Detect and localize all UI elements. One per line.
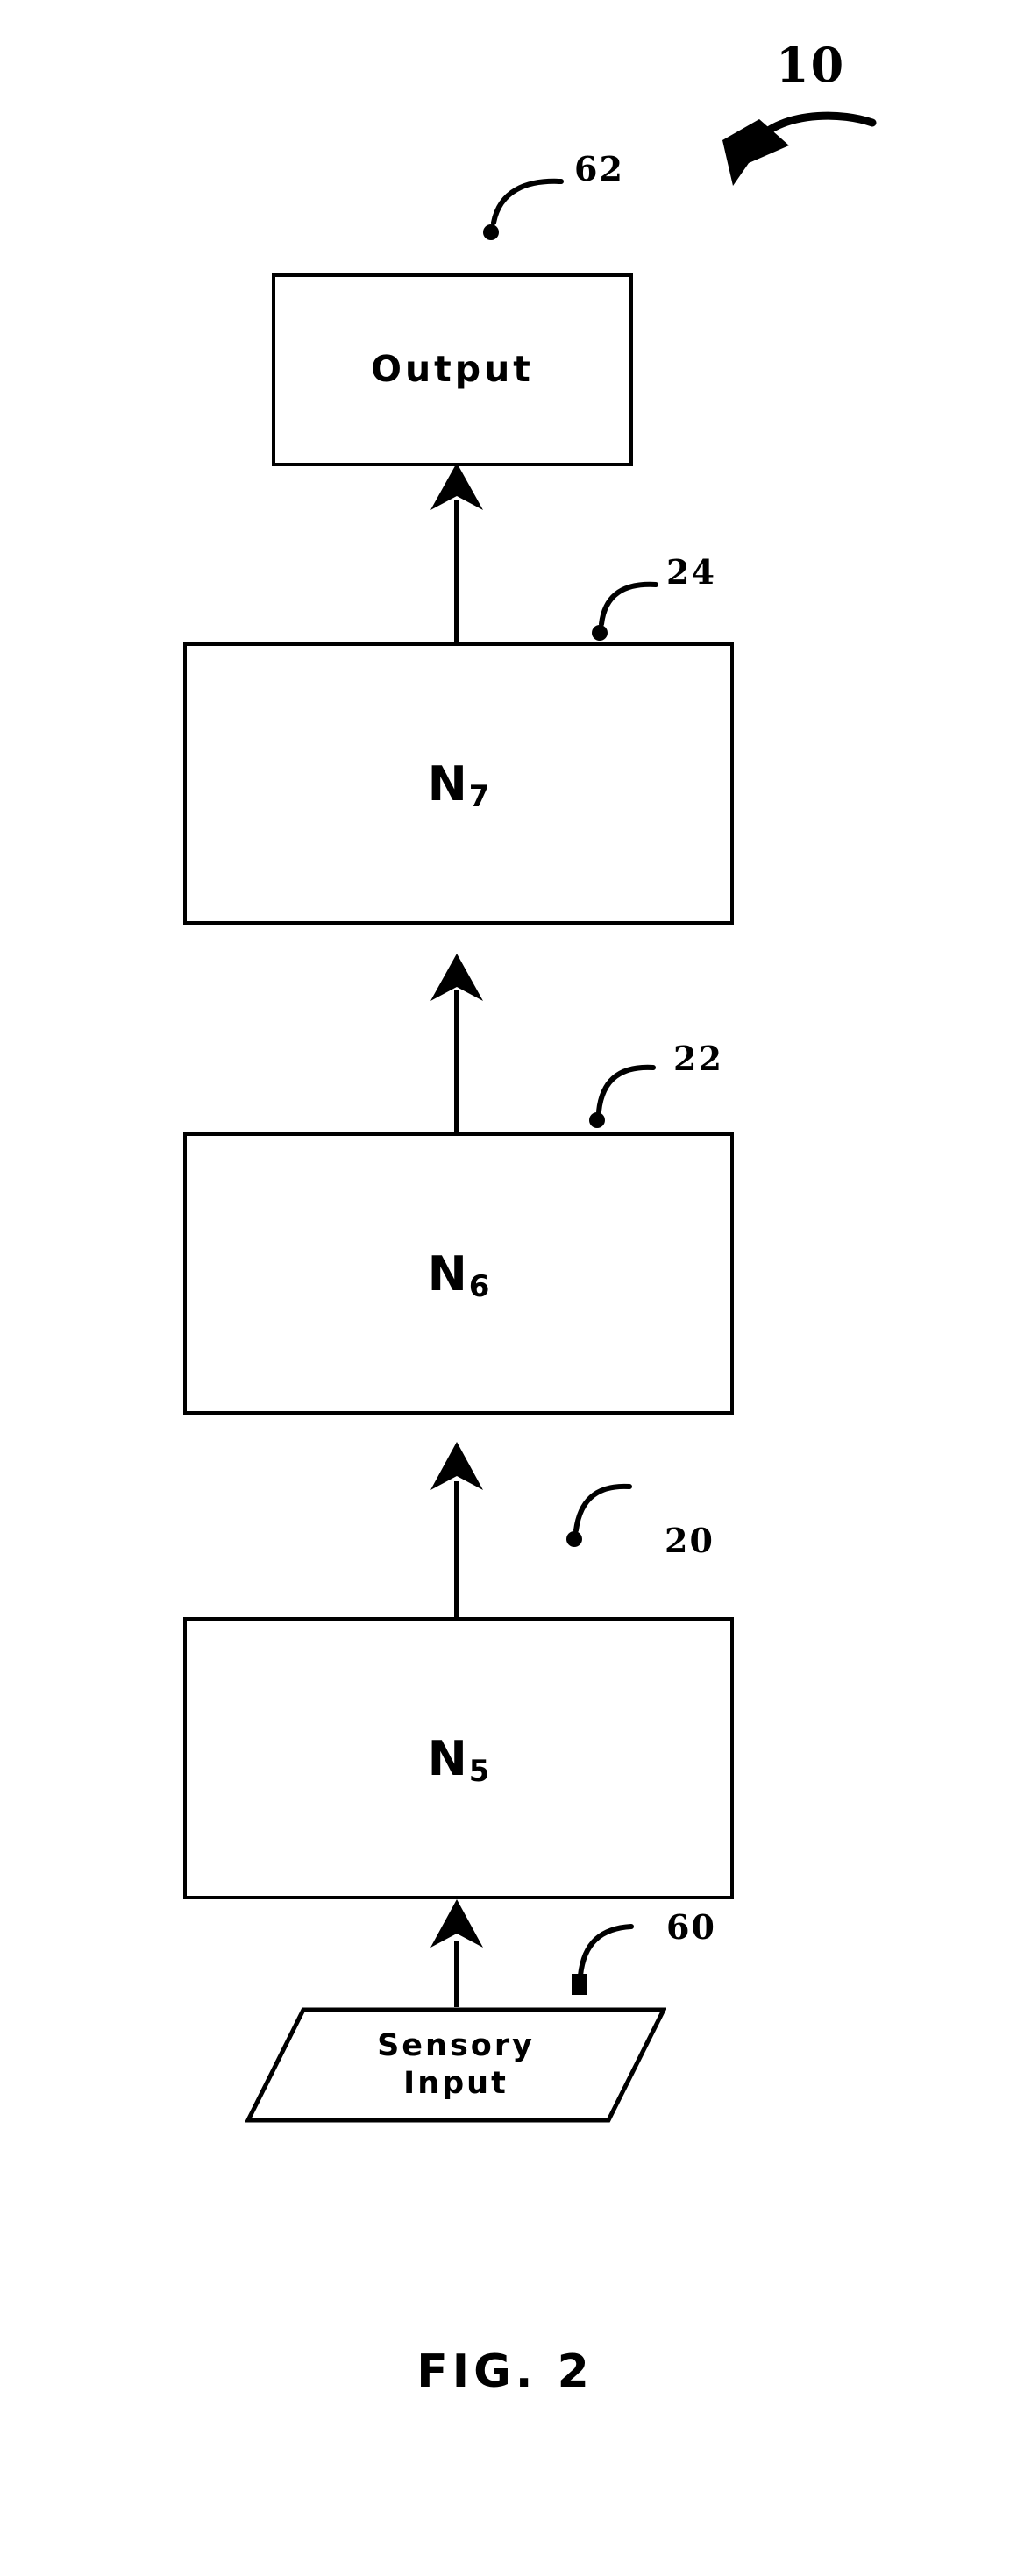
reference-numeral-60: 60: [666, 1907, 716, 1947]
leader-line-22: [596, 1064, 656, 1114]
reference-numeral-10: 10: [776, 37, 846, 93]
leader-line-24: [599, 581, 658, 627]
output-box: Output: [272, 273, 633, 466]
leader-dot-24: [592, 625, 608, 641]
leader-dot-62: [483, 224, 499, 240]
reference-numeral-24: 24: [666, 552, 716, 592]
leader-dot-60: [572, 1974, 587, 1995]
sensory-input-label: Sensory Input: [245, 2027, 666, 2104]
connector-sensory-to-n5: [430, 1899, 483, 2007]
reference-numeral-62: 62: [574, 149, 624, 188]
figure-caption: FIG. 2: [416, 2345, 594, 2398]
sensory-input-parallelogram: Sensory Input: [245, 2007, 666, 2123]
leader-line-20: [573, 1483, 632, 1533]
sensory-input-line2: Input: [403, 2066, 509, 2101]
leader-line-62: [491, 178, 564, 225]
connector-n6-to-n7: [430, 954, 483, 1132]
leader-line-60: [578, 1924, 634, 1978]
n7-subscript: 7: [468, 778, 490, 814]
n5-subscript: 5: [468, 1753, 490, 1789]
n6-subscript: 6: [468, 1268, 490, 1304]
leader-dot-22: [589, 1112, 605, 1128]
n7-box: N7: [183, 642, 734, 925]
patent-figure-canvas: Output N7 N6 N5 Sensory Input 62 24 22 2…: [0, 0, 1010, 2576]
n7-letter: N: [427, 756, 467, 812]
n7-box-label: N7: [427, 756, 490, 814]
reference-numeral-22: 22: [673, 1039, 723, 1078]
n6-letter: N: [427, 1245, 467, 1302]
arrowhead-sensory-to-n5: [430, 1899, 483, 1948]
sensory-input-line1: Sensory: [377, 2027, 535, 2063]
leader-dot-20: [566, 1531, 582, 1547]
connector-n5-to-n6: [430, 1442, 483, 1617]
reference-numeral-20: 20: [665, 1521, 715, 1560]
n6-box: N6: [183, 1132, 734, 1415]
n5-letter: N: [427, 1730, 467, 1786]
n5-box: N5: [183, 1617, 734, 1899]
connector-n7-to-output: [430, 463, 483, 642]
output-box-label: Output: [371, 348, 534, 391]
leader-line-10: [760, 111, 877, 138]
n6-box-label: N6: [427, 1245, 490, 1304]
n5-box-label: N5: [427, 1730, 490, 1789]
